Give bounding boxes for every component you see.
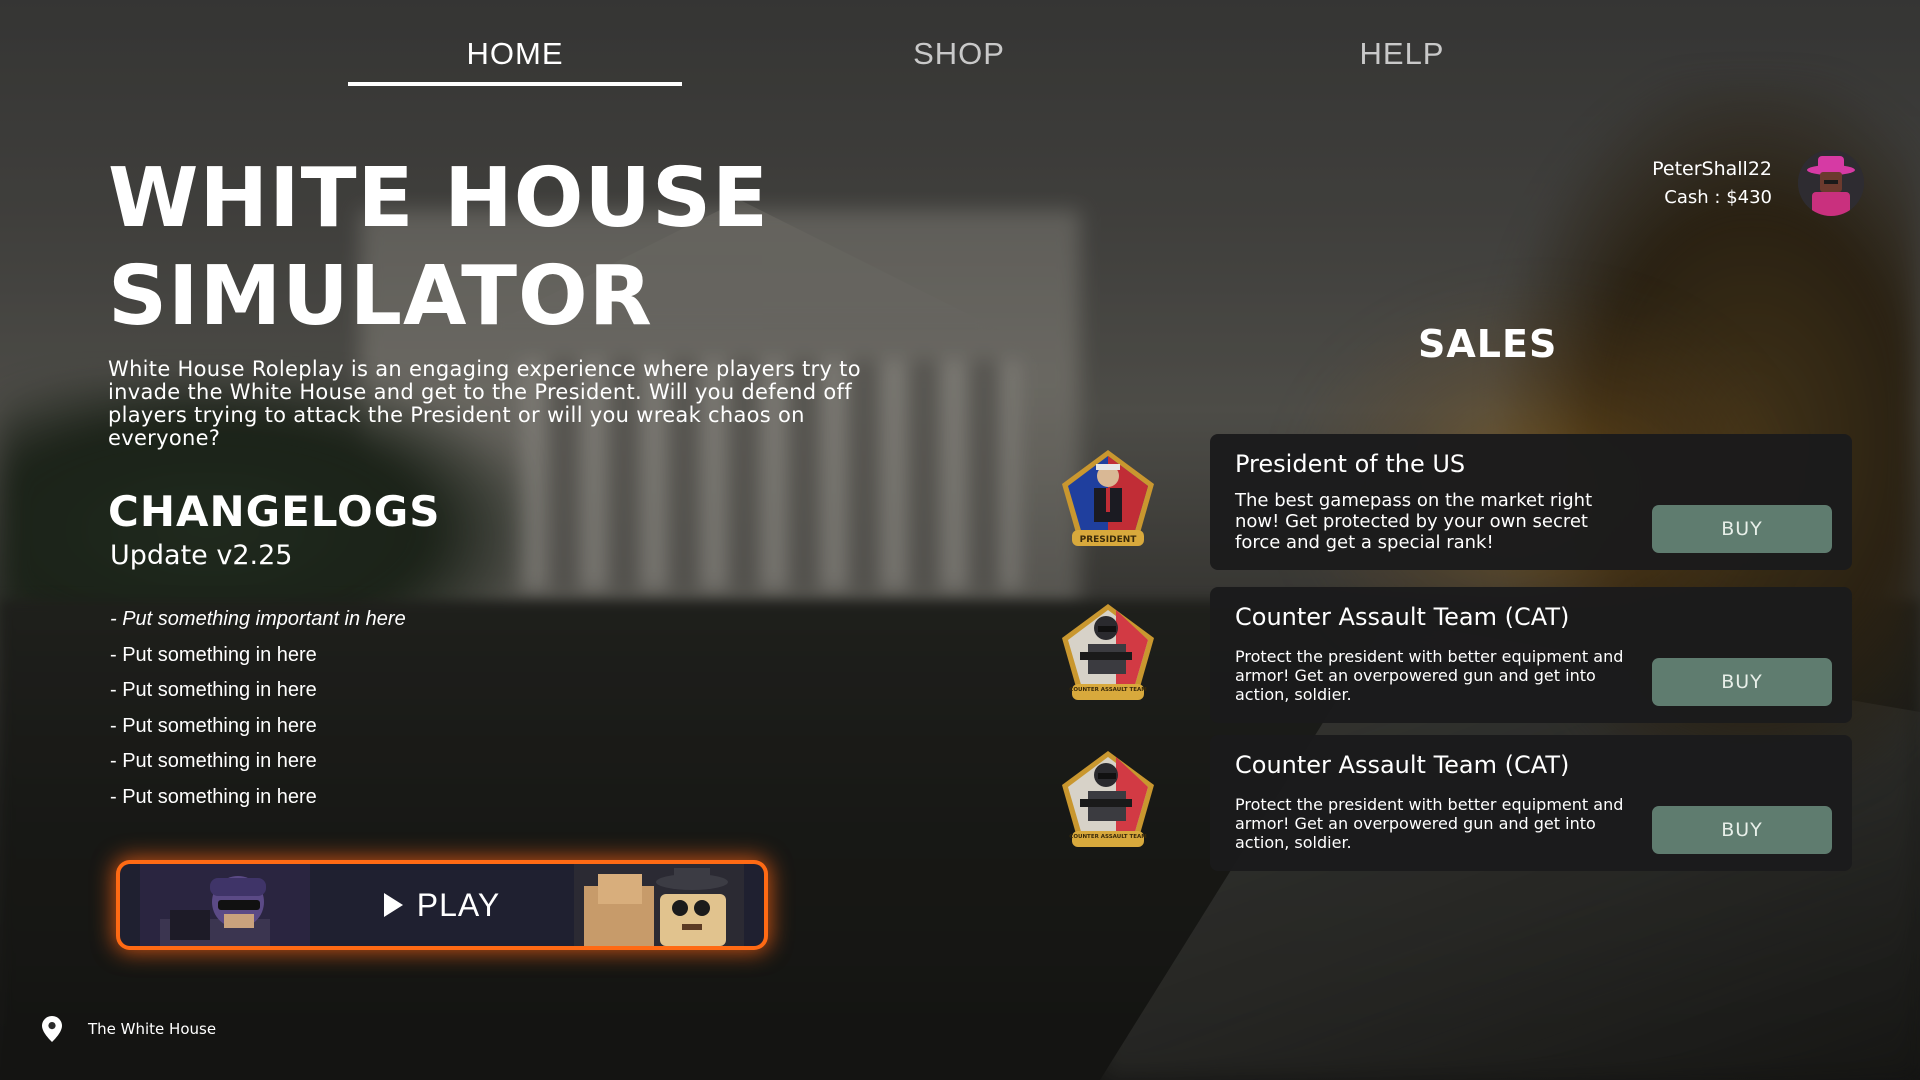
changelog-item: - Put something in here [110,679,317,702]
play-button[interactable]: PLAY [120,864,764,946]
sale-card-title: Counter Assault Team (CAT) [1235,603,1570,631]
changelog-item: - Put something in here [110,714,317,737]
changelog-item: - Put something in here [110,750,317,773]
cat-badge-text: COUNTER ASSAULT TEAM [1069,687,1146,693]
player-profile: PeterShall22 Cash : $430 [1652,150,1864,216]
changelog-item: - Put something in here [110,643,317,666]
changelogs-heading: CHANGELOGS [108,487,441,536]
tab-home-label: HOME [466,36,564,71]
tab-help[interactable]: HELP [1235,36,1569,72]
buy-button-president[interactable]: BUY [1652,505,1832,553]
tab-active-underline [348,82,682,86]
sales-heading: SALES [1418,322,1558,366]
president-badge-text: PRESIDENT [1080,535,1138,545]
tab-shop-label: SHOP [913,36,1005,71]
changelog-item: - Put something important in here [110,608,406,630]
sale-card-description: Protect the president with better equipm… [1235,795,1624,852]
sale-card-title: President of the US [1235,450,1466,478]
top-nav: HOME SHOP HELP [0,36,1920,86]
sale-card-cat: Counter Assault Team (CAT) Protect the p… [1210,735,1852,871]
sale-card-description: The best gamepass on the market right no… [1235,490,1593,553]
game-title-line1: WHITE HOUSE [108,151,770,246]
sale-card-title: Counter Assault Team (CAT) [1235,751,1570,779]
tab-help-label: HELP [1359,36,1445,71]
update-version: Update v2.25 [110,540,293,571]
player-username: PeterShall22 [1652,158,1772,180]
sale-card-description: Protect the president with better equipm… [1235,647,1624,704]
game-title-line2: SIMULATOR [108,249,653,344]
avatar-image-icon [1798,150,1864,216]
game-description: White House Roleplay is an engaging expe… [108,357,861,450]
counter-assault-team-badge-icon: COUNTER ASSAULT TEAM [1062,751,1154,847]
play-label: PLAY [416,886,501,923]
buy-button-cat[interactable]: BUY [1652,806,1832,854]
avatar[interactable] [1798,150,1864,216]
sale-card-cat: Counter Assault Team (CAT) Protect the p… [1210,587,1852,723]
tab-home[interactable]: HOME [348,36,682,86]
play-triangle-icon [383,893,403,917]
president-badge-icon: PRESIDENT [1062,450,1154,546]
changelog-item: - Put something in here [110,785,317,808]
tab-shop[interactable]: SHOP [792,36,1126,72]
map-pin-icon [42,1016,62,1042]
counter-assault-team-badge-icon: COUNTER ASSAULT TEAM [1062,604,1154,700]
location-name: The White House [88,1020,217,1038]
cat-badge-text: COUNTER ASSAULT TEAM [1069,834,1146,840]
game-title: WHITE HOUSE SIMULATOR [108,150,868,346]
location-indicator: The White House [42,1016,216,1042]
player-cash: Cash : $430 [1664,187,1772,208]
sale-card-president: President of the US The best gamepass on… [1210,434,1852,570]
buy-button-cat[interactable]: BUY [1652,658,1832,706]
changelog-list: - Put something important in here - Put … [110,606,406,820]
